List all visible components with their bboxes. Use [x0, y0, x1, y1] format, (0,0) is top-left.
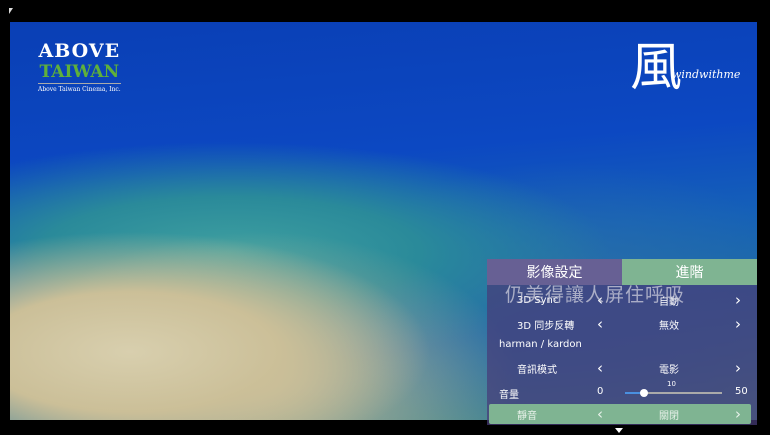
volume-slider-handle[interactable] — [640, 389, 649, 397]
tab-picture-settings[interactable]: 影像設定 — [487, 259, 622, 285]
volume-slider[interactable] — [625, 389, 722, 397]
mouse-cursor — [9, 8, 13, 14]
chevron-right-icon[interactable]: › — [735, 315, 741, 333]
chevron-left-icon[interactable]: ‹ — [597, 291, 603, 309]
tab-advanced[interactable]: 進階 — [622, 259, 757, 285]
setting-3d-sync[interactable]: 3D Sync ‹ 自動 › — [487, 291, 757, 309]
setting-3d-invert[interactable]: 3D 同步反轉 ‹ 無效 › — [487, 315, 757, 333]
chevron-left-icon[interactable]: ‹ — [597, 315, 603, 333]
windwithme-logo: 風 windwithme — [630, 38, 741, 98]
chevron-left-icon[interactable]: ‹ — [597, 359, 603, 377]
settings-panel: 影像設定 進階 3D Sync ‹ 自動 › 3D 同步反轉 ‹ 無效 › ha… — [487, 259, 757, 425]
chevron-right-icon[interactable]: › — [735, 405, 741, 423]
section-harman-kardon: harman / kardon — [499, 339, 582, 350]
chevron-right-icon[interactable]: › — [735, 359, 741, 377]
scroll-down-icon[interactable] — [615, 428, 623, 433]
setting-audio-mode[interactable]: 音訊模式 ‹ 電影 › — [487, 359, 757, 377]
setting-volume: 音量 0 10 50 — [499, 380, 748, 401]
setting-mute[interactable]: 靜音 ‹ 關閉 › — [489, 404, 751, 424]
chevron-right-icon[interactable]: › — [735, 291, 741, 309]
chevron-left-icon[interactable]: ‹ — [597, 405, 603, 423]
above-taiwan-logo: ABOVE TAIWAN Above Taiwan Cinema, Inc. — [38, 40, 121, 93]
